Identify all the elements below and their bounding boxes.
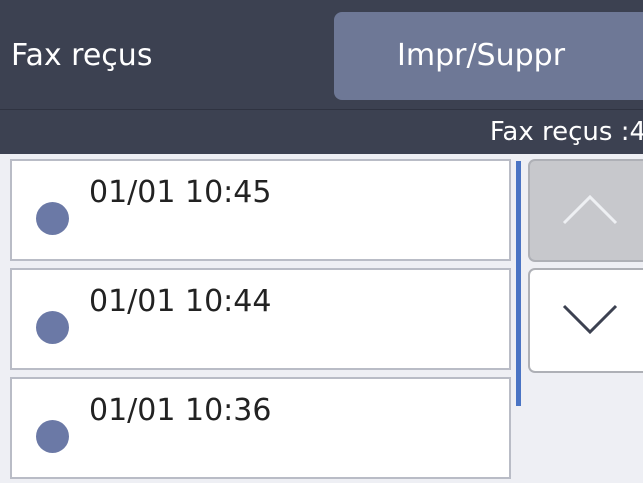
chevron-up-icon	[562, 194, 618, 225]
fax-list-item[interactable]: 01/01 10:45	[10, 159, 511, 261]
fax-list: 01/01 10:45 01/01 10:44 01/01 10:36	[0, 153, 516, 483]
fax-time-label: 01/01 10:44	[89, 284, 272, 319]
header-bar: Fax reçus Impr/Suppr	[0, 0, 643, 109]
status-dot-icon	[36, 311, 69, 344]
received-count-label: Fax reçus :4	[489, 117, 643, 147]
received-count-bar: Fax reçus :4	[0, 109, 643, 154]
scrollbar-indicator[interactable]	[516, 161, 521, 406]
chevron-down-icon	[562, 304, 618, 335]
scroll-up-button[interactable]	[528, 159, 643, 262]
page-title: Fax reçus	[11, 38, 153, 73]
print-delete-button[interactable]: Impr/Suppr	[334, 12, 643, 100]
fax-time-label: 01/01 10:36	[89, 393, 272, 428]
scroll-down-button[interactable]	[528, 268, 643, 373]
fax-list-item[interactable]: 01/01 10:44	[10, 268, 511, 370]
status-dot-icon	[36, 420, 69, 453]
fax-list-item[interactable]: 01/01 10:36	[10, 377, 511, 479]
status-dot-icon	[36, 202, 69, 235]
fax-time-label: 01/01 10:45	[89, 175, 272, 210]
